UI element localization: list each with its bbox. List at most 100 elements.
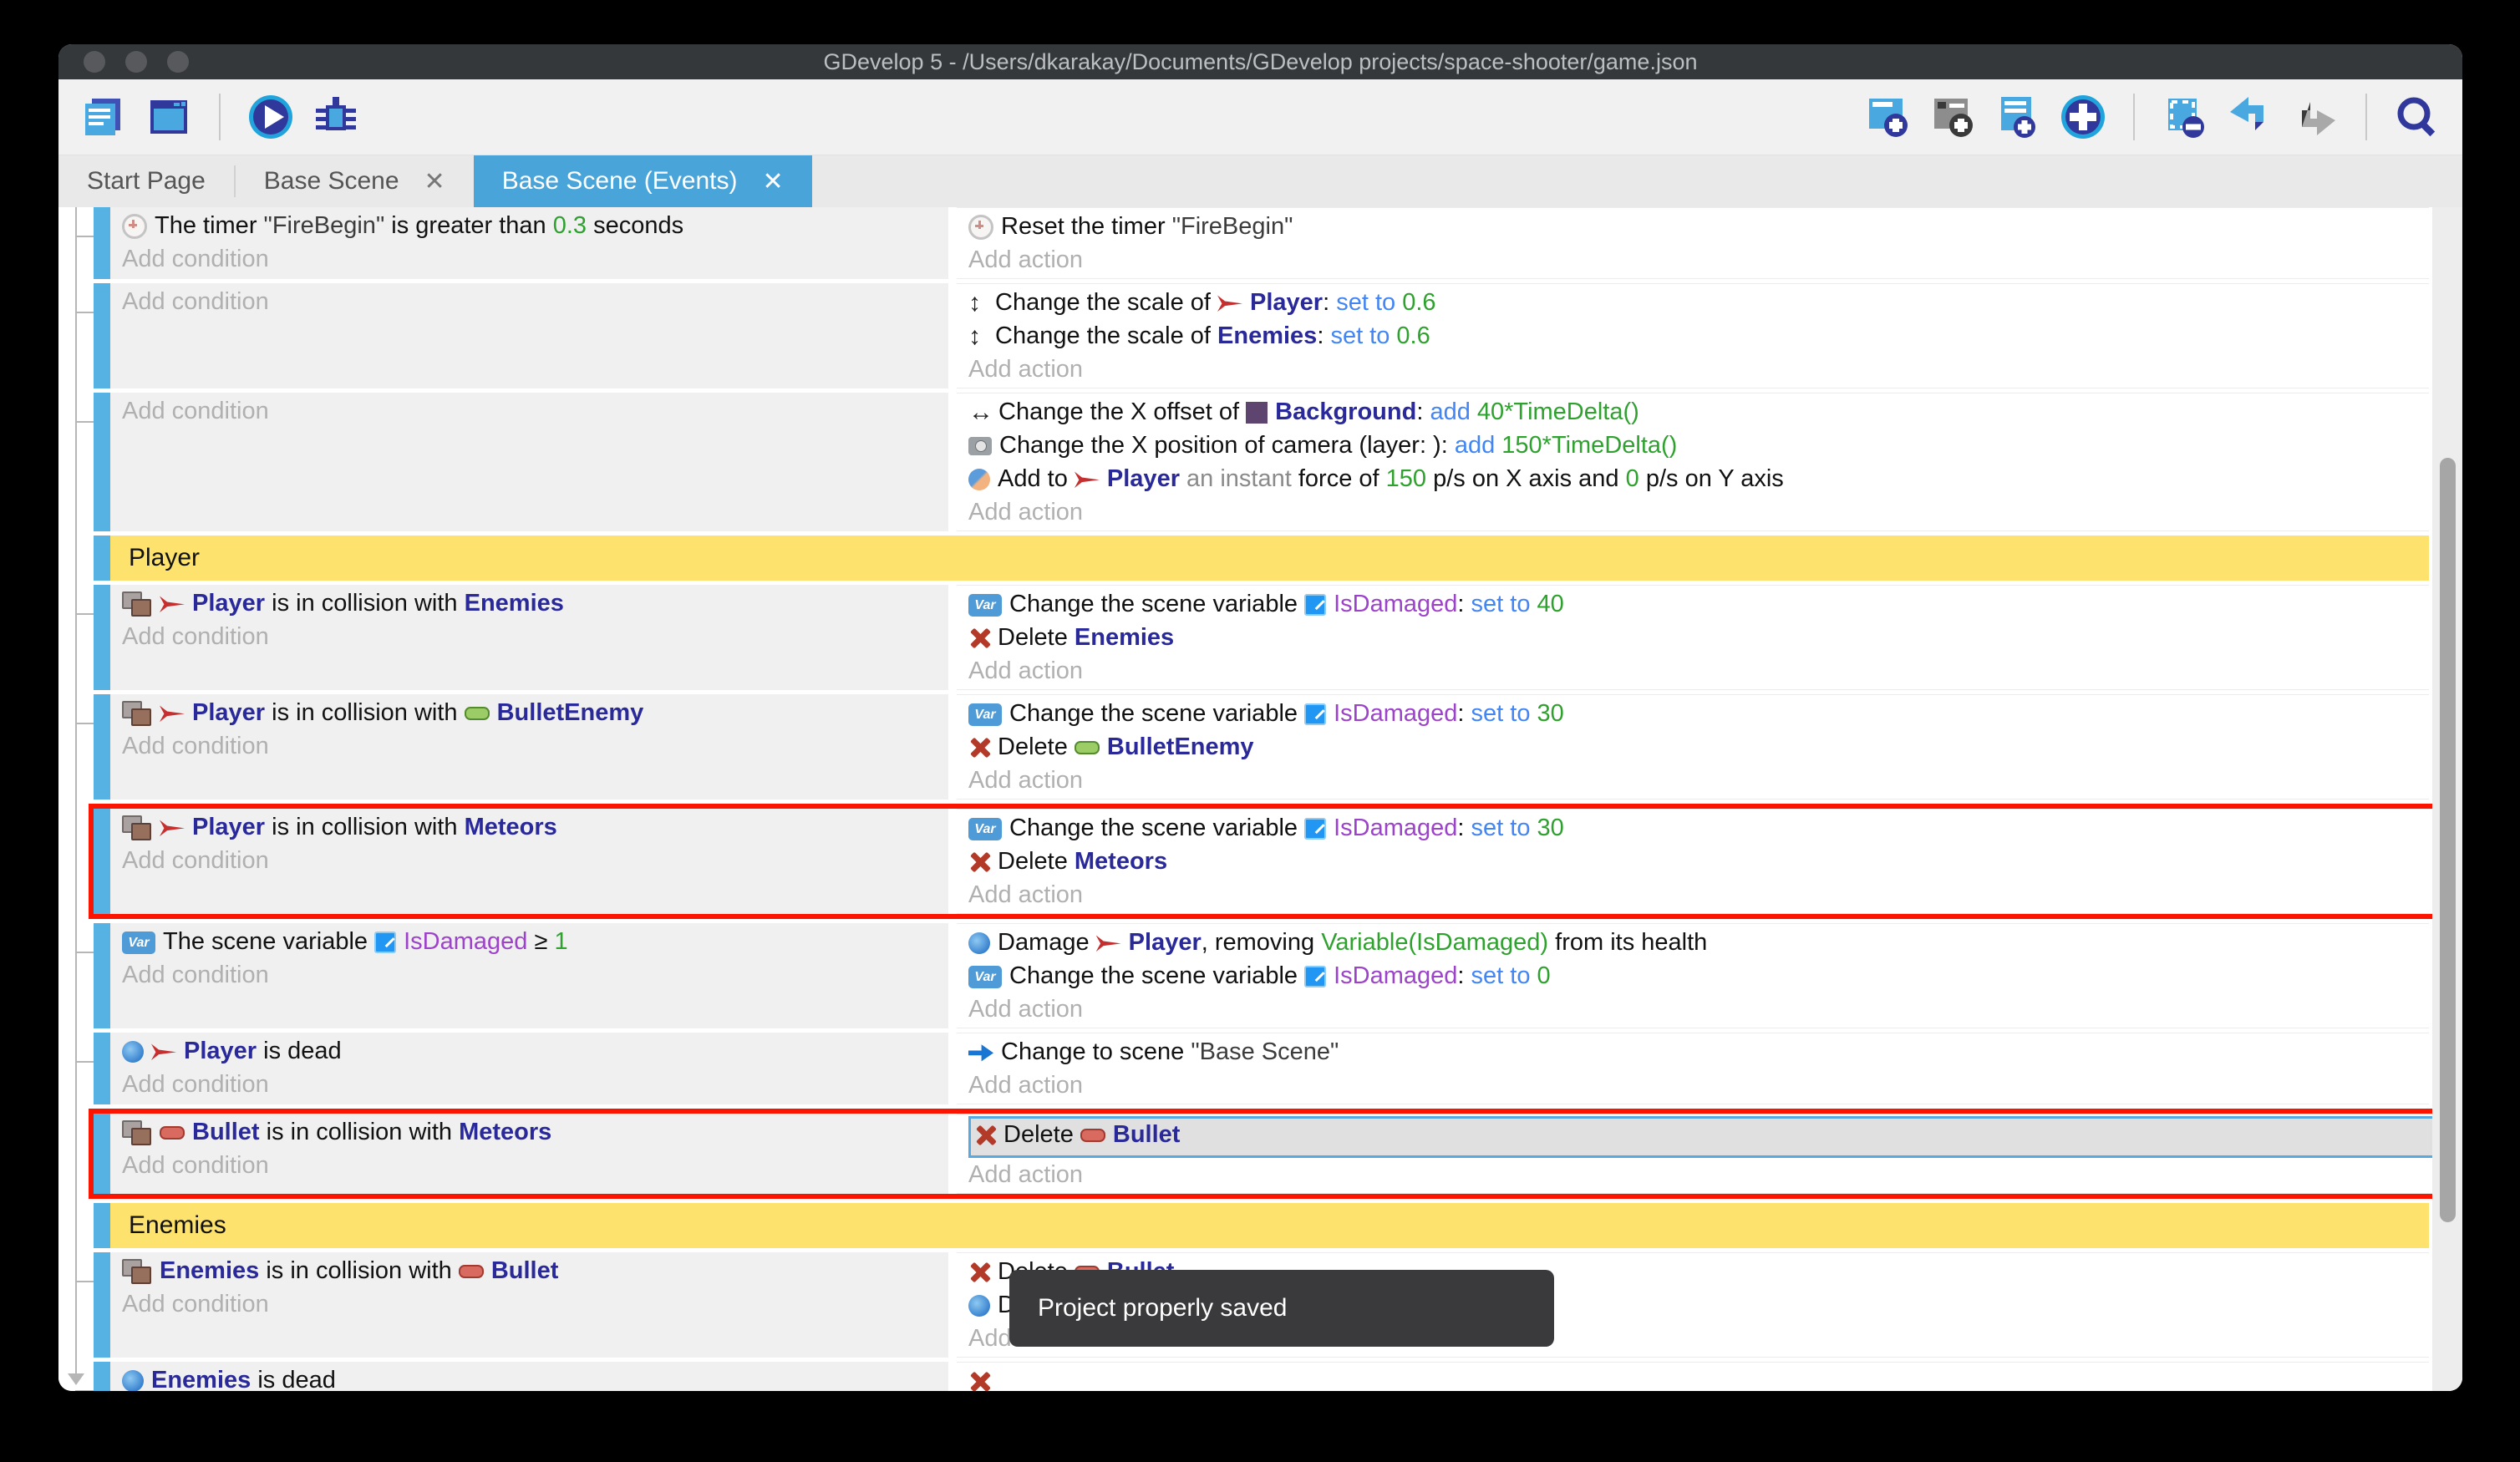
text-segment: is in collision with (259, 1257, 459, 1284)
add-condition-button[interactable]: Add condition (122, 1149, 948, 1182)
conditions-cell: Enemies is deadAdd condition (110, 1362, 948, 1391)
scrollbar-thumb[interactable] (2440, 458, 2456, 1222)
project-manager-icon[interactable] (80, 94, 127, 140)
text-segment: Player (192, 814, 265, 840)
add-condition-button[interactable]: Add condition (122, 729, 948, 763)
background-icon (1246, 402, 1268, 424)
text-segment: from its health (1548, 929, 1707, 956)
tab-base-scene[interactable]: Base Scene✕ (236, 155, 474, 207)
add-action-button[interactable]: Add action (968, 654, 2429, 688)
condition-item[interactable]: Player is dead (122, 1034, 948, 1068)
condition-item[interactable]: Player is in collision with BulletEnemy (122, 696, 948, 729)
action-item[interactable]: ↔Change the X offset of Background: add … (968, 395, 2429, 429)
delete-event-icon[interactable] (2162, 94, 2208, 140)
group-header-row: Enemies (94, 1203, 2429, 1248)
event-handle-bar[interactable] (94, 1362, 110, 1391)
add-subevent-icon[interactable] (1994, 94, 2041, 140)
action-item[interactable]: Delete Bullet (968, 1116, 2449, 1158)
add-event-icon[interactable] (1864, 94, 1911, 140)
action-item[interactable] (968, 1364, 2429, 1391)
action-item[interactable]: Delete BulletEnemy (968, 730, 2429, 764)
event-handle-bar[interactable] (94, 923, 110, 1028)
add-action-button[interactable]: Add action (968, 243, 2429, 277)
add-condition-button[interactable]: Add condition (122, 620, 948, 653)
text-segment: seconds (587, 212, 683, 239)
group-header[interactable]: Enemies (110, 1203, 2429, 1248)
varbadge-icon (1304, 966, 1326, 987)
start-page-icon[interactable] (145, 94, 192, 140)
action-item[interactable]: Reset the timer "FireBegin" (968, 210, 2429, 243)
action-item[interactable]: Damage Player, removing Variable(IsDamag… (968, 926, 2429, 959)
action-item[interactable]: ↕Change the scale of Player: set to 0.6 (968, 286, 2429, 319)
condition-item[interactable]: VarThe scene variable IsDamaged ≥ 1 (122, 925, 948, 958)
action-item[interactable]: Add to Player an instant force of 150 p/… (968, 462, 2429, 495)
conditions-cell: Player is in collision with EnemiesAdd c… (110, 585, 948, 690)
title-bar[interactable]: GDevelop 5 - /Users/dkarakay/Documents/G… (58, 44, 2462, 79)
text-segment: set to (1471, 700, 1531, 727)
event-row: Player is in collision with BulletEnemyA… (94, 694, 2429, 800)
condition-item[interactable]: The timer "FireBegin" is greater than 0.… (122, 209, 948, 242)
add-condition-button[interactable]: Add condition (122, 394, 948, 428)
tab-start-page[interactable]: Start Page (58, 155, 234, 207)
event-handle-bar[interactable] (94, 1203, 110, 1248)
undo-icon[interactable] (2227, 94, 2274, 140)
event-handle-bar[interactable] (94, 1114, 110, 1194)
close-tab-icon[interactable]: ✕ (763, 167, 784, 196)
add-action-button[interactable]: Add action (968, 353, 2429, 386)
add-circle-icon[interactable] (2060, 94, 2106, 140)
condition-item[interactable]: Bullet is in collision with Meteors (122, 1115, 948, 1149)
condition-item[interactable]: Enemies is dead (122, 1363, 948, 1391)
add-action-button[interactable]: Add action (968, 764, 2429, 797)
event-handle-bar[interactable] (94, 536, 110, 581)
actions-cell: VarChange the scene variable IsDamaged: … (957, 809, 2454, 914)
add-condition-button[interactable]: Add condition (122, 242, 948, 276)
add-condition-button[interactable]: Add condition (122, 958, 948, 992)
event-handle-bar[interactable] (94, 809, 110, 914)
redo-icon[interactable] (2292, 94, 2339, 140)
event-handle-bar[interactable] (94, 585, 110, 690)
condition-item[interactable]: Player is in collision with Enemies (122, 586, 948, 620)
text-segment: p/s on X axis and (1426, 465, 1626, 492)
event-handle-bar[interactable] (94, 1033, 110, 1104)
action-item[interactable]: ↕Change the scale of Enemies: set to 0.6 (968, 319, 2429, 353)
add-condition-button[interactable]: Add condition (122, 1068, 948, 1101)
tab-base-scene-events-[interactable]: Base Scene (Events)✕ (474, 155, 812, 207)
text-segment: 0.6 (1395, 289, 1435, 316)
event-handle-bar[interactable] (94, 207, 110, 279)
event-handle-bar[interactable] (94, 393, 110, 531)
event-handle-bar[interactable] (94, 694, 110, 800)
debug-icon[interactable] (312, 94, 359, 140)
add-condition-button[interactable]: Add condition (122, 285, 948, 318)
add-condition-button[interactable]: Add condition (122, 844, 948, 877)
condition-item[interactable]: Player is in collision with Meteors (122, 810, 948, 844)
add-condition-button[interactable]: Add condition (122, 1287, 948, 1321)
action-item[interactable]: Change to scene "Base Scene" (968, 1035, 2429, 1069)
add-action-button[interactable]: Add action (968, 1158, 2454, 1191)
add-comment-icon[interactable] (1929, 94, 1976, 140)
event-handle-bar[interactable] (94, 1252, 110, 1358)
close-tab-icon[interactable]: ✕ (424, 167, 445, 196)
play-icon[interactable] (247, 94, 294, 140)
action-item[interactable]: Change the X position of camera (layer: … (968, 429, 2429, 462)
text-segment: Delete (998, 848, 1075, 875)
window-title: GDevelop 5 - /Users/dkarakay/Documents/G… (58, 49, 2462, 75)
text-segment: Bullet (1113, 1121, 1181, 1148)
action-item[interactable]: VarChange the scene variable IsDamaged: … (968, 811, 2454, 845)
text-segment: IsDamaged (1334, 591, 1457, 617)
group-header[interactable]: Player (110, 536, 2429, 581)
add-action-button[interactable]: Add action (968, 878, 2454, 911)
add-action-button[interactable]: Add action (968, 495, 2429, 529)
add-action-button[interactable]: Add action (968, 992, 2429, 1026)
action-item[interactable]: Delete Meteors (968, 845, 2454, 878)
add-action-button[interactable]: Add action (968, 1069, 2429, 1102)
action-item[interactable]: Delete Enemies (968, 621, 2429, 654)
event-row: The timer "FireBegin" is greater than 0.… (94, 207, 2429, 279)
event-handle-bar[interactable] (94, 283, 110, 388)
action-item[interactable]: VarChange the scene variable IsDamaged: … (968, 587, 2429, 621)
action-item[interactable]: VarChange the scene variable IsDamaged: … (968, 959, 2429, 992)
condition-item[interactable]: Enemies is in collision with Bullet (122, 1254, 948, 1287)
action-item[interactable]: VarChange the scene variable IsDamaged: … (968, 697, 2429, 730)
scrollbar-track[interactable] (2432, 207, 2462, 1391)
search-icon[interactable] (2394, 94, 2441, 140)
text-segment: Change to scene (1001, 1038, 1191, 1065)
